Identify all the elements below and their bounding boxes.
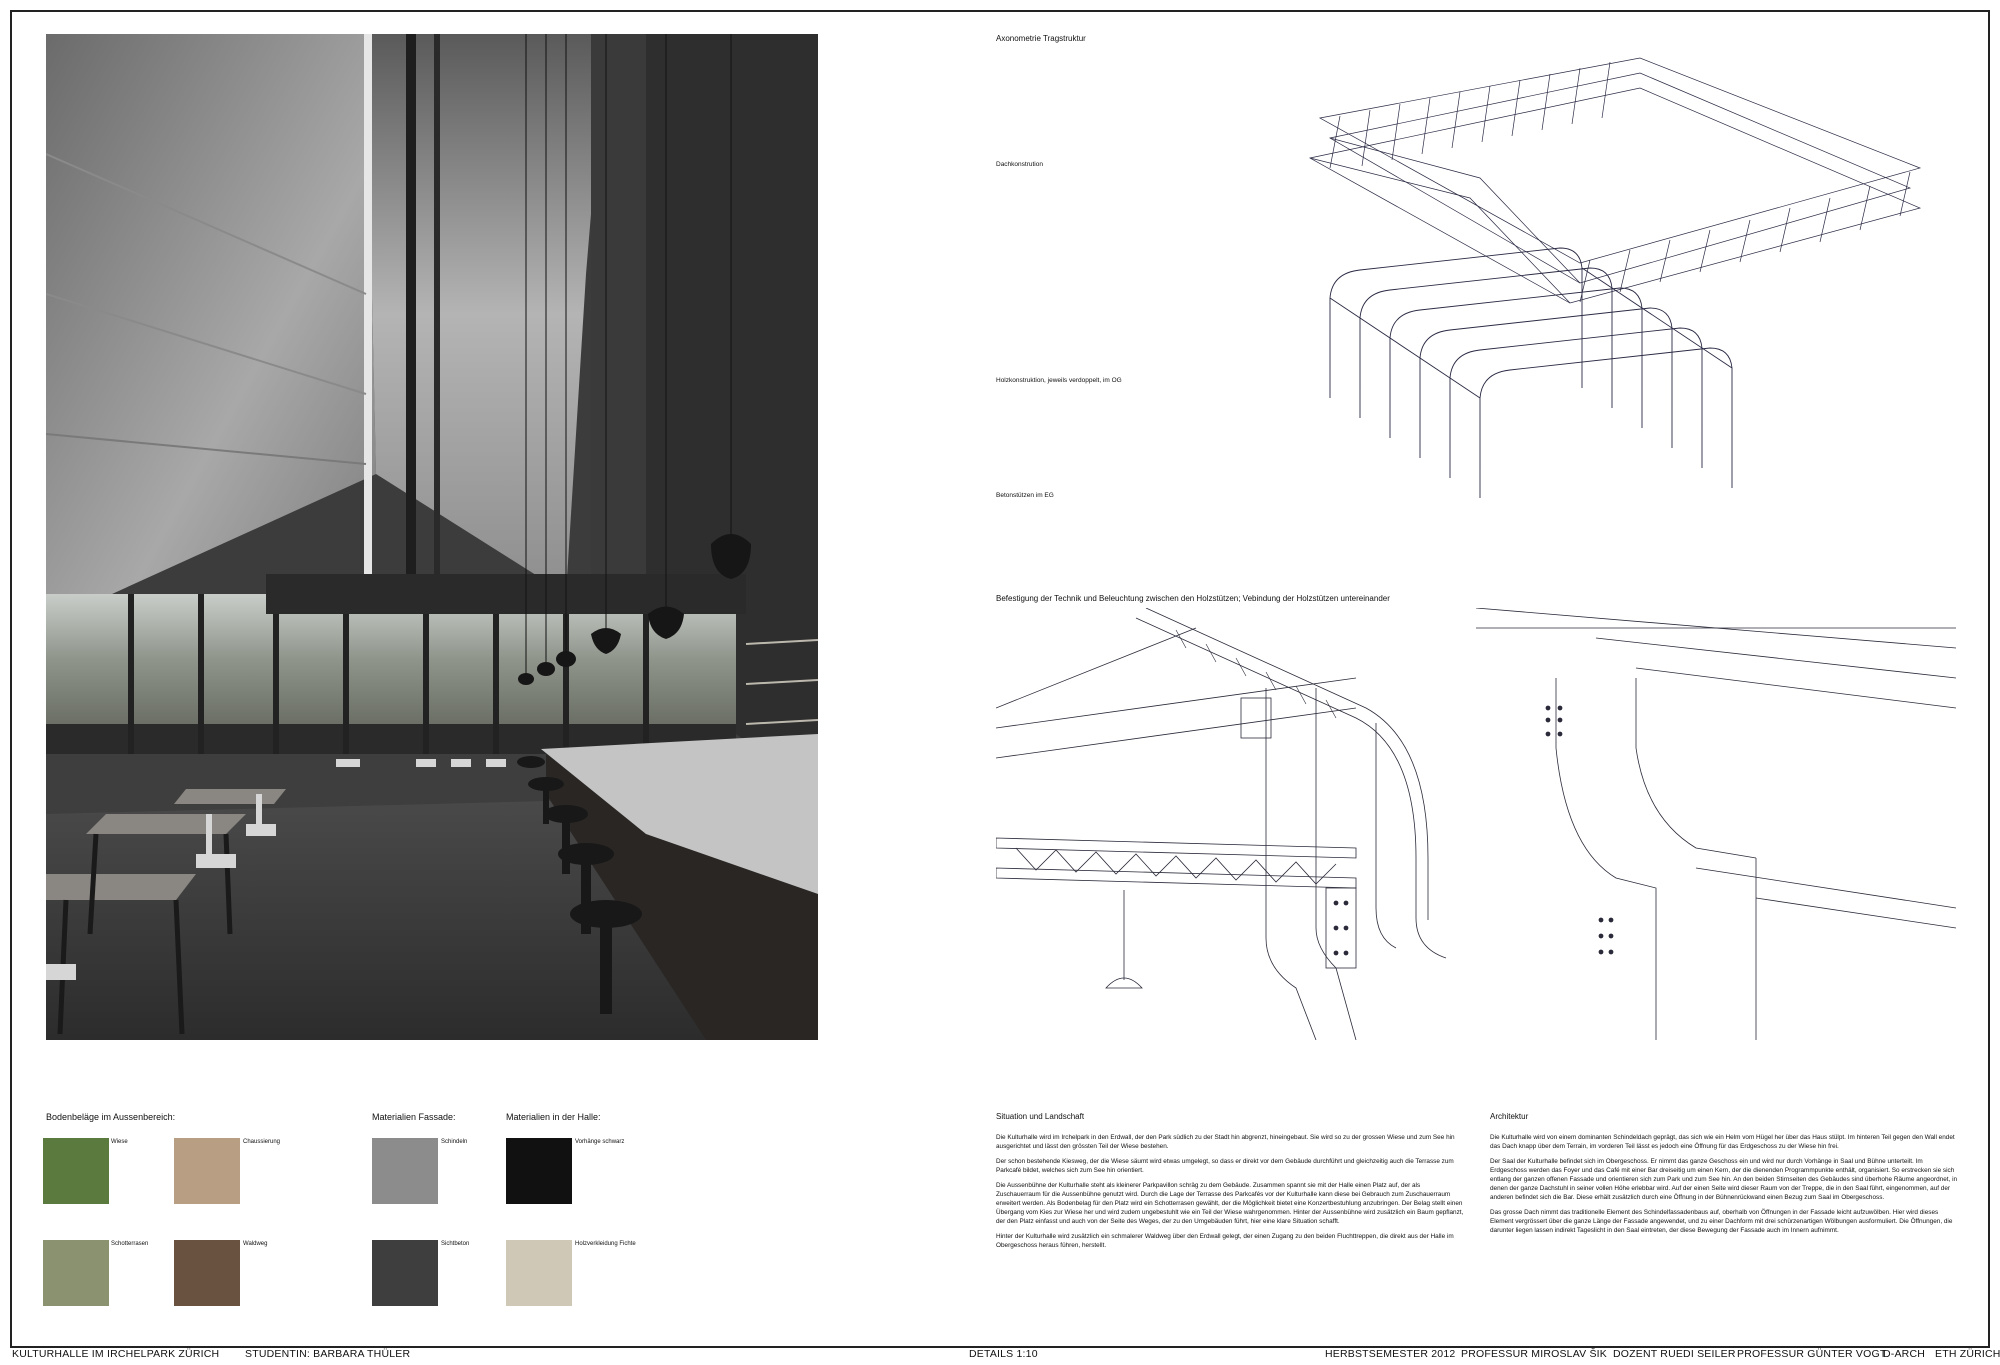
- situation-paragraph: Der schon bestehende Kiesweg, der die Wi…: [996, 1158, 1454, 1174]
- layer-label-roof: Dachkonstrution: [996, 161, 1043, 168]
- situation-paragraph: Die Kulturhalle wird im Irchelpark in de…: [996, 1134, 1455, 1150]
- footer-professor-2: PROFESSUR GÜNTER VOGT: [1737, 1348, 1887, 1360]
- footer-semester: HERBSTSEMESTER 2012: [1325, 1348, 1456, 1360]
- swatch-chaussierung: [174, 1138, 240, 1204]
- interior-render: [46, 34, 818, 1040]
- architektur-paragraph: Der Saal der Kulturhalle befindet sich i…: [1490, 1158, 1958, 1201]
- swatch-vorhaenge: [506, 1138, 572, 1204]
- situation-paragraph: Hinter der Kulturhalle wird zusätzlich e…: [996, 1233, 1454, 1249]
- swatch-holzverkleidung: [506, 1240, 572, 1306]
- footer-school: ETH ZÜRICH: [1935, 1348, 2000, 1360]
- hall-materials-heading: Materialien in der Halle:: [506, 1112, 601, 1122]
- swatch-label-wiese: Wiese: [111, 1139, 128, 1145]
- architektur-paragraph: Das grosse Dach nimmt das traditionelle …: [1490, 1209, 1953, 1234]
- swatch-label-schotterrasen: Schotterrasen: [111, 1241, 149, 1247]
- detail-title: Befestigung der Technik und Beleuchtung …: [996, 594, 1390, 603]
- footer-dozent: DOZENT RUEDI SEILER: [1613, 1348, 1736, 1360]
- detail-drawing: [996, 608, 1956, 1040]
- situation-title: Situation und Landschaft: [996, 1112, 1085, 1121]
- footer-dept: D-ARCH: [1883, 1348, 1926, 1360]
- footer-project: KULTURHALLE IM IRCHELPARK ZÜRICH: [12, 1348, 220, 1360]
- render-image: [46, 34, 818, 1040]
- footer-professor-1: PROFESSUR MIROSLAV ŠIK: [1461, 1348, 1607, 1360]
- footer-scale: DETAILS 1:10: [969, 1348, 1038, 1360]
- architektur-paragraph: Die Kulturhalle wird von einem dominante…: [1490, 1134, 1955, 1150]
- layer-label-columns: Betonstützen im EG: [996, 492, 1054, 499]
- swatch-label-waldweg: Waldweg: [243, 1241, 268, 1247]
- outdoor-materials-heading: Bodenbeläge im Aussenbereich:: [46, 1112, 176, 1122]
- layer-label-timber: Holzkonstruktion, jeweils verdoppelt, im…: [996, 377, 1122, 384]
- footer-student: STUDENTIN: BARBARA THÜLER: [245, 1348, 411, 1360]
- architektur-section: Architektur Die Kulturhalle wird von ein…: [1490, 1112, 1958, 1241]
- swatch-label-chaussierung: Chaussierung: [243, 1139, 281, 1145]
- swatch-label-vorhaenge: Vorhänge schwarz: [575, 1139, 625, 1145]
- swatch-waldweg: [174, 1240, 240, 1306]
- axonometry-title: Axonometrie Tragstruktur: [996, 34, 1086, 43]
- facade-materials-heading: Materialien Fassade:: [372, 1112, 456, 1122]
- architektur-title: Architektur: [1490, 1112, 1529, 1121]
- situation-section: Situation und Landschaft Die Kulturhalle…: [996, 1112, 1464, 1256]
- swatch-schindeln: [372, 1138, 438, 1204]
- axonometry-drawing: [1309, 57, 1922, 498]
- situation-paragraph: Die Aussenbühne der Kulturhalle steht al…: [996, 1182, 1464, 1225]
- swatch-schotterrasen: [43, 1240, 109, 1306]
- swatch-label-schindeln: Schindeln: [441, 1139, 468, 1145]
- swatch-wiese: [43, 1138, 109, 1204]
- swatch-label-sichtbeton: Sichtbeton: [441, 1241, 470, 1247]
- swatch-label-holzverkleidung: Holzverkleidung Fichte: [575, 1241, 636, 1247]
- swatch-sichtbeton: [372, 1240, 438, 1306]
